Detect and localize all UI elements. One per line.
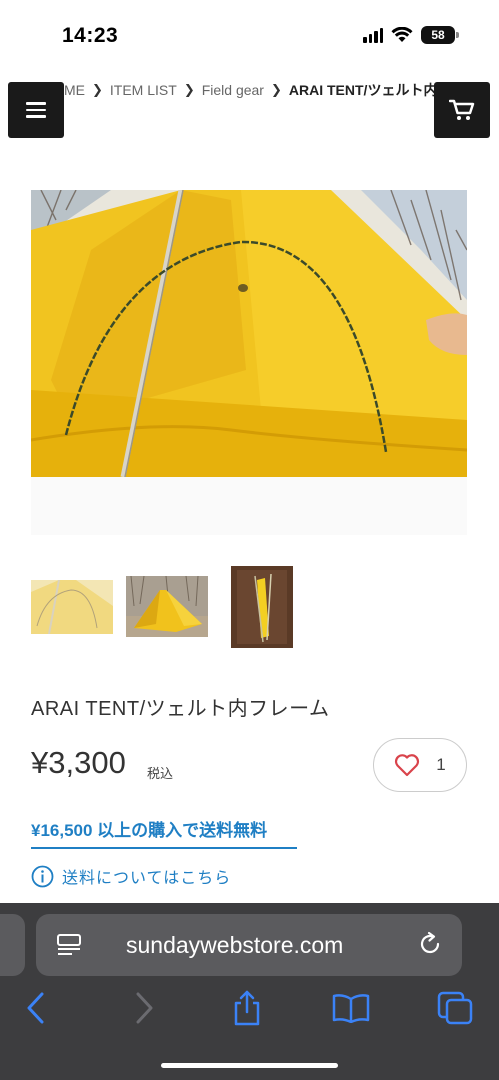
product-price: ¥3,300 — [31, 745, 126, 780]
free-shipping-banner: ¥16,500 以上の購入で送料無料 — [31, 816, 297, 849]
frame-package-thumbnail — [231, 566, 293, 648]
previous-tab-peek[interactable] — [0, 914, 25, 976]
thumbnail-3[interactable] — [231, 566, 293, 648]
shipping-info-text[interactable]: 送料についてはこちら — [62, 864, 231, 888]
tent-interior-thumbnail — [31, 580, 113, 634]
chevron-right-icon — [136, 992, 153, 1024]
cart-button[interactable] — [434, 82, 490, 138]
home-indicator — [161, 1063, 338, 1068]
reload-icon[interactable] — [416, 930, 444, 958]
info-icon — [31, 865, 54, 887]
tabs-icon — [437, 991, 473, 1025]
breadcrumb-field-gear[interactable]: Field gear — [202, 82, 264, 98]
url-text[interactable]: sundaywebstore.com — [126, 932, 343, 959]
product-title: ARAI TENT/ツェルト内フレーム — [31, 698, 330, 720]
product-main-image[interactable] — [31, 190, 467, 477]
breadcrumb-home[interactable]: ME — [64, 82, 85, 98]
chevron-right-icon: ❯ — [270, 82, 282, 97]
share-icon — [234, 990, 260, 1026]
wifi-icon — [391, 27, 413, 42]
tent-photo — [31, 190, 467, 477]
hamburger-icon — [26, 102, 46, 105]
cart-icon — [449, 99, 475, 120]
thumbnail-1[interactable] — [31, 580, 113, 634]
battery-icon: 58 — [421, 26, 459, 44]
forward-button[interactable] — [124, 990, 164, 1026]
status-icons: 58 — [363, 26, 459, 44]
chevron-right-icon: ❯ — [183, 82, 195, 97]
favorite-button[interactable]: 1 — [373, 738, 467, 792]
tent-pitched-thumbnail — [126, 576, 208, 637]
address-bar[interactable]: sundaywebstore.com — [36, 914, 462, 976]
breadcrumb: ME ❯ ITEM LIST ❯ Field gear ❯ ARAI TENT/… — [64, 80, 434, 100]
breadcrumb-item-list[interactable]: ITEM LIST — [110, 82, 177, 98]
tabs-button[interactable] — [435, 990, 475, 1026]
share-button[interactable] — [227, 990, 267, 1026]
shipping-info-link[interactable]: 送料についてはこちら — [31, 864, 231, 888]
status-bar: 14:23 58 — [0, 0, 499, 72]
bookmarks-button[interactable] — [331, 990, 371, 1026]
back-button[interactable] — [16, 990, 56, 1026]
favorite-count: 1 — [436, 755, 446, 774]
tax-label: 税込 — [147, 766, 174, 781]
book-icon — [332, 994, 370, 1023]
thumbnail-2[interactable] — [126, 576, 208, 637]
cellular-signal-icon — [363, 27, 383, 43]
main-image-padding — [31, 477, 467, 535]
menu-button[interactable] — [8, 82, 64, 138]
heart-icon — [395, 754, 420, 777]
breadcrumb-current: ARAI TENT/ツェルト内フレーム — [288, 82, 434, 98]
status-time: 14:23 — [62, 24, 119, 47]
chevron-right-icon: ❯ — [92, 82, 103, 97]
chevron-left-icon — [27, 992, 44, 1024]
page-menu-icon[interactable] — [56, 932, 82, 958]
